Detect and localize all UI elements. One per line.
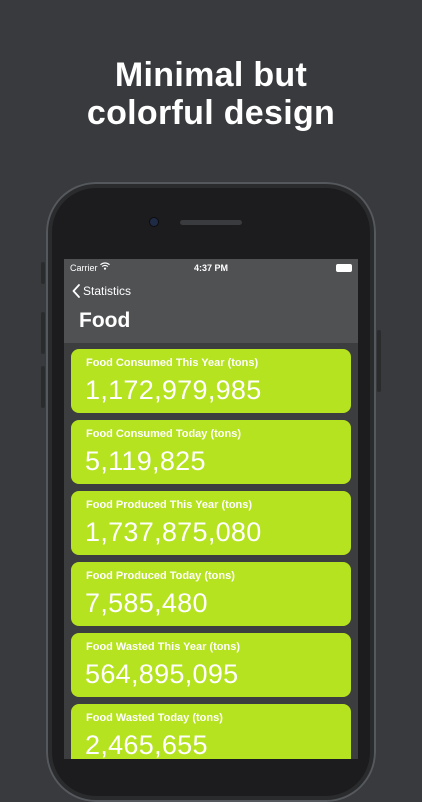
stat-card-food-consumed-today[interactable]: Food Consumed Today (tons) 5,119,825 <box>71 420 351 484</box>
stat-label: Food Produced Today (tons) <box>86 570 235 582</box>
phone-mute-switch <box>41 262 45 284</box>
stat-label: Food Wasted This Year (tons) <box>86 641 241 653</box>
back-button[interactable]: Statistics <box>72 281 131 301</box>
stat-label: Food Consumed Today (tons) <box>86 428 242 440</box>
navigation-bar: Carrier 4:37 PM Statistics Food <box>64 259 358 343</box>
stat-card-food-produced-year[interactable]: Food Produced This Year (tons) 1,737,875… <box>71 491 351 555</box>
chevron-left-icon <box>72 284 80 298</box>
phone-volume-up <box>41 312 45 354</box>
earpiece-speaker <box>180 220 242 225</box>
page-title: Food <box>79 309 131 332</box>
status-time: 4:37 PM <box>193 263 228 273</box>
stat-card-food-produced-today[interactable]: Food Produced Today (tons) 7,585,480 <box>71 562 351 626</box>
stat-value: 2,465,655 <box>85 730 208 759</box>
headline-line-1: Minimal but <box>114 56 308 94</box>
stat-label: Food Produced This Year (tons) <box>86 499 253 511</box>
stat-value: 5,119,825 <box>85 446 206 476</box>
stat-label: Food Consumed This Year (tons) <box>86 357 259 369</box>
stat-card-food-consumed-year[interactable]: Food Consumed This Year (tons) 1,172,979… <box>71 349 351 413</box>
stat-card-food-wasted-today[interactable]: Food Wasted Today (tons) 2,465,655 <box>71 704 351 759</box>
stat-card-food-wasted-year[interactable]: Food Wasted This Year (tons) 564,895,095 <box>71 633 351 697</box>
back-button-label: Statistics <box>83 284 132 298</box>
stat-value: 1,737,875,080 <box>85 517 262 547</box>
phone-volume-down <box>41 366 45 408</box>
status-bar: Carrier 4:37 PM <box>64 259 358 277</box>
promo-headline: Minimal but colorful design <box>0 56 422 132</box>
phone-screen: Carrier 4:37 PM Statistics Food Food Con… <box>64 259 358 759</box>
stat-value: 1,172,979,985 <box>85 375 262 405</box>
headline-line-2: colorful design <box>86 94 336 132</box>
stats-list: Food Consumed This Year (tons) 1,172,979… <box>71 349 351 759</box>
front-camera <box>150 218 158 226</box>
battery-icon <box>336 264 352 272</box>
stat-value: 7,585,480 <box>85 588 208 618</box>
stat-label: Food Wasted Today (tons) <box>86 712 223 724</box>
phone-power-button <box>377 330 381 392</box>
stat-value: 564,895,095 <box>85 659 239 689</box>
